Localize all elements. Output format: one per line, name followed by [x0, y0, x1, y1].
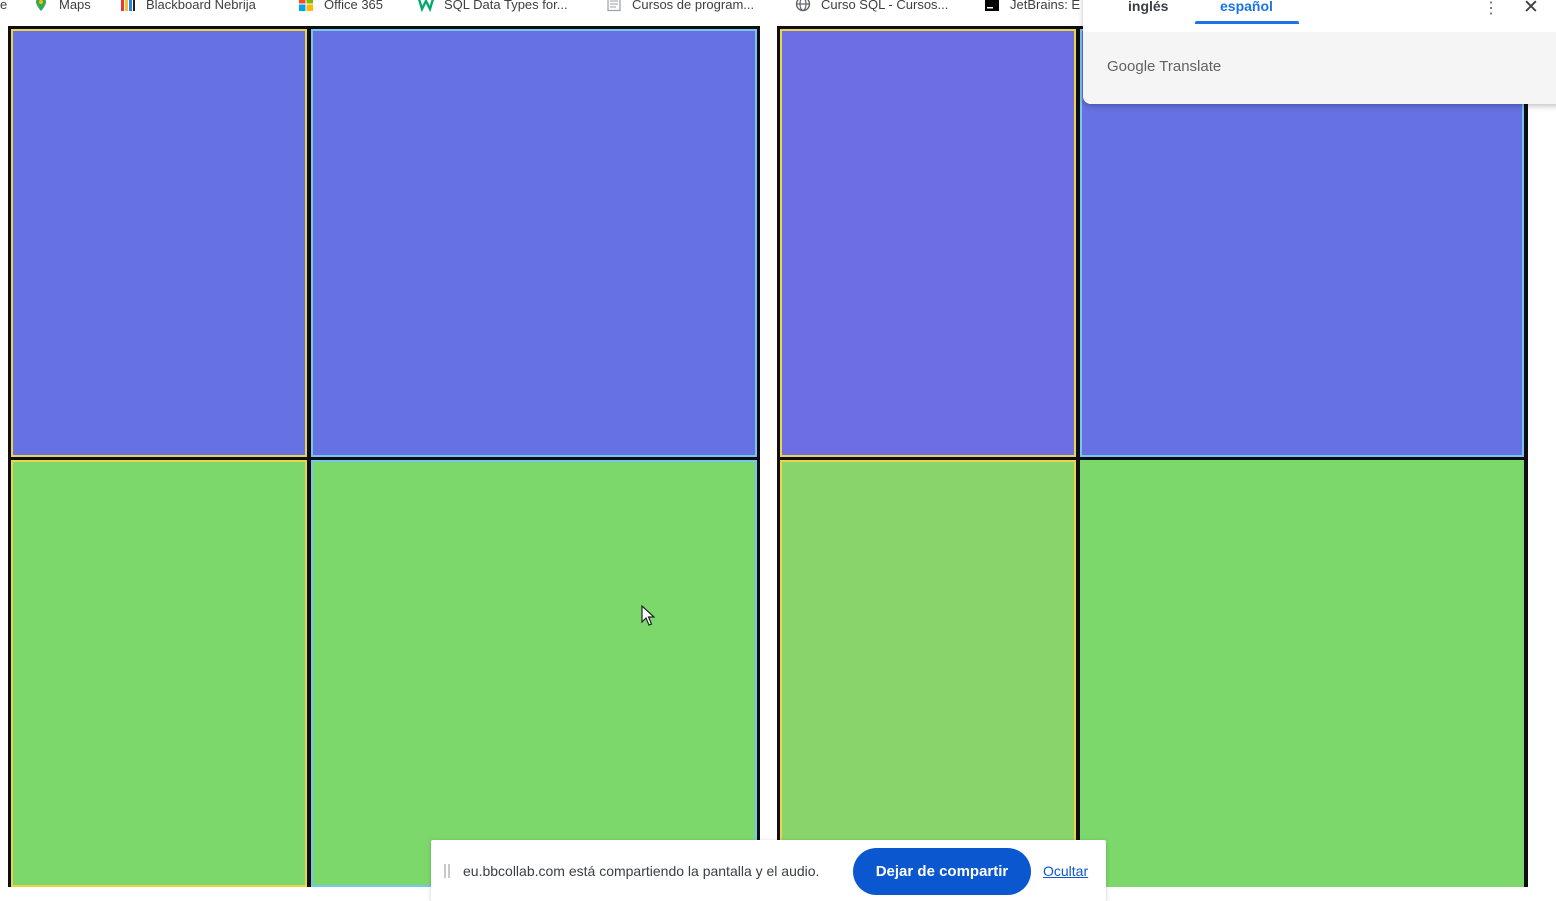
mouse-cursor-icon	[641, 605, 655, 626]
tab-target-language[interactable]: español	[1220, 0, 1273, 14]
drag-handle-icon[interactable]	[444, 864, 450, 878]
grid-cell-green	[1080, 460, 1524, 887]
jetbrains-icon	[985, 0, 999, 11]
bookmark-label: Maps	[59, 0, 91, 12]
google-translate-brand: Google Translate	[1107, 58, 1222, 75]
active-tab-indicator	[1195, 21, 1299, 24]
bookmark-office[interactable]: Office 365	[298, 0, 383, 14]
bookmark-item[interactable]: e	[0, 0, 7, 14]
stop-sharing-button[interactable]: Dejar de compartir	[853, 848, 1031, 895]
grid-cell-green	[311, 460, 757, 887]
grid-cell-green	[780, 460, 1076, 887]
more-vert-icon[interactable]: ⋮	[1483, 0, 1499, 18]
office-icon	[299, 0, 313, 11]
bookmark-label: Curso SQL - Cursos...	[821, 0, 949, 12]
bookmark-jetbrains[interactable]: JetBrains: E	[984, 0, 1080, 14]
bookmark-cursos[interactable]: Cursos de program...	[606, 0, 754, 14]
tab-source-language[interactable]: inglés	[1128, 0, 1168, 14]
share-status-text: eu.bbcollab.com está compartiendo la pan…	[463, 863, 820, 879]
screen-share-bar: eu.bbcollab.com está compartiendo la pan…	[431, 840, 1106, 901]
grid-cell-blue	[311, 29, 757, 457]
maps-pin-icon	[36, 0, 46, 11]
layout-grid-left	[8, 26, 760, 887]
document-icon	[607, 0, 621, 12]
translate-body: Google Translate	[1083, 32, 1556, 104]
w3schools-icon	[418, 0, 434, 12]
bookmark-blackboard[interactable]: Blackboard Nebrija	[120, 0, 256, 14]
translate-popup: inglés español ⋮ ✕ Google Translate	[1083, 0, 1556, 104]
grid-cell-blue	[11, 29, 307, 457]
bookmark-label: e	[0, 0, 8, 12]
hide-link[interactable]: Ocultar	[1043, 863, 1088, 879]
bookmark-sql-types[interactable]: SQL Data Types for...	[418, 0, 568, 14]
blackboard-icon	[121, 0, 135, 11]
close-icon[interactable]: ✕	[1523, 0, 1539, 19]
bookmark-label: SQL Data Types for...	[444, 0, 568, 12]
bookmark-label: JetBrains: E	[1010, 0, 1081, 12]
bookmark-maps[interactable]: Maps	[33, 0, 91, 14]
grid-cell-green	[11, 460, 307, 887]
translate-tabs: inglés español ⋮ ✕	[1083, 0, 1556, 32]
globe-icon	[795, 0, 811, 12]
bookmark-label: Cursos de program...	[632, 0, 755, 12]
page-content: eu.bbcollab.com está compartiendo la pan…	[0, 26, 1556, 901]
bookmark-label: Blackboard Nebrija	[146, 0, 256, 12]
bookmark-label: Office 365	[324, 0, 384, 12]
grid-cell-blue	[780, 29, 1076, 457]
bookmark-curso-sql[interactable]: Curso SQL - Cursos...	[795, 0, 948, 14]
layout-grid-right	[777, 26, 1528, 887]
